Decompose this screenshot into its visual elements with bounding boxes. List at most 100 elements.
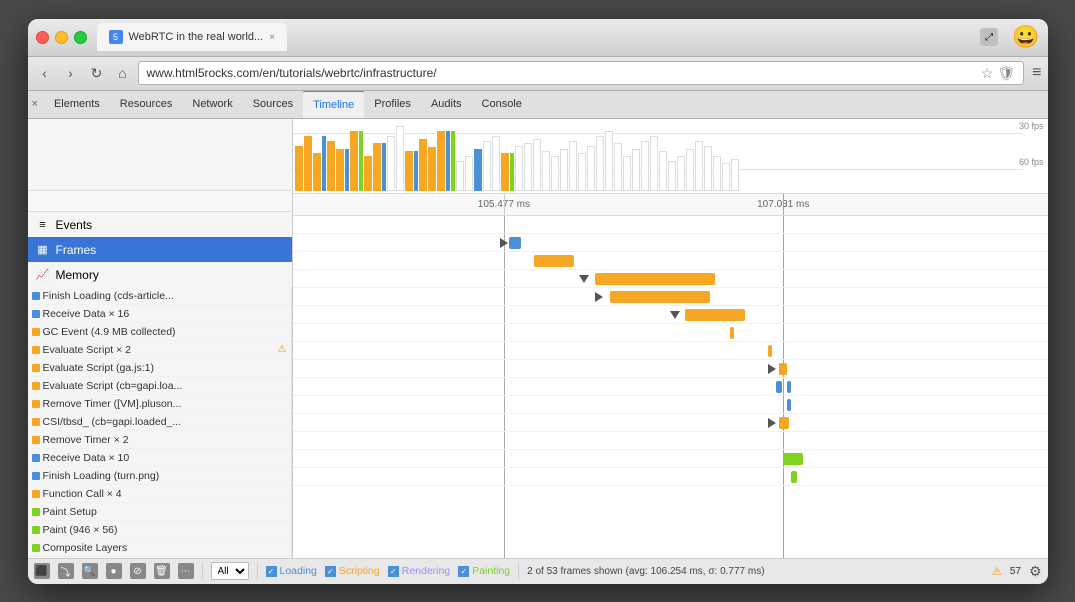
tab-close-button[interactable]: × [269, 32, 275, 43]
event-row[interactable]: Remove Timer ([VM].pluson... [28, 395, 291, 413]
timeline-main: 30 fps 60 fps [293, 119, 1048, 558]
tab-title: WebRTC in the real world... [129, 31, 264, 43]
timeline-triangle [670, 311, 680, 319]
clear-button[interactable]: ⤵ [58, 563, 74, 579]
trash-button[interactable]: 🗑 [154, 563, 170, 579]
timeline-row [293, 234, 1048, 252]
stop-button[interactable]: ⊘ [130, 563, 146, 579]
sidebar-item-events[interactable]: ≡ Events [28, 212, 292, 237]
timeline-row [293, 306, 1048, 324]
warn-count: 57 [1010, 566, 1021, 577]
event-text: Paint (946 × 56) [43, 524, 287, 536]
event-text: Composite Layers [43, 542, 287, 554]
tab-audits[interactable]: Audits [421, 91, 472, 119]
timeline-bar [730, 327, 734, 339]
filter-painting: ✓ Painting [458, 565, 510, 577]
refresh-button[interactable]: ↻ [86, 62, 108, 84]
tab-console[interactable]: Console [472, 91, 532, 119]
loading-checkbox[interactable]: ✓ [266, 566, 277, 577]
warn-icon: ⚠ [278, 344, 287, 355]
timeline-bar [509, 237, 521, 249]
sidebar-item-memory[interactable]: 📈 Memory [28, 262, 292, 287]
devtools-panel: × Elements Resources Network Sources Tim… [28, 91, 1048, 584]
event-row[interactable]: Evaluate Script (cb=gapi.loa... [28, 377, 291, 395]
search-button[interactable]: 🔍 [82, 563, 98, 579]
timeline-bar [787, 399, 791, 411]
timeline-bar [595, 273, 715, 285]
event-text: Function Call × 4 [43, 488, 287, 500]
event-text: Finish Loading (cds-article... [43, 290, 287, 302]
sidebar-label-memory: Memory [56, 268, 99, 282]
tab-resources[interactable]: Resources [110, 91, 183, 119]
event-row[interactable]: Evaluate Script (ga.js:1) [28, 359, 291, 377]
devtools-tab-bar: × Elements Resources Network Sources Tim… [28, 91, 1048, 119]
painting-checkbox[interactable]: ✓ [458, 566, 469, 577]
timeline-row [293, 270, 1048, 288]
event-row[interactable]: Evaluate Script × 2 ⚠ [28, 341, 291, 359]
sidebar-item-frames[interactable]: ▦ Frames [28, 237, 292, 262]
scripting-checkbox[interactable]: ✓ [325, 566, 336, 577]
events-list: Finish Loading (cds-article... Receive D… [28, 287, 292, 557]
tab-profiles[interactable]: Profiles [364, 91, 421, 119]
event-row[interactable]: Finish Loading (cds-article... [28, 287, 291, 305]
star-icon[interactable]: ☆ [981, 65, 994, 82]
timeline-triangle [500, 238, 508, 248]
event-row[interactable]: Remove Timer × 2 [28, 431, 291, 449]
event-text: Evaluate Script (ga.js:1) [43, 362, 287, 374]
menu-button[interactable]: ≡ [1032, 64, 1041, 82]
rendering-label: Rendering [402, 565, 450, 577]
event-row[interactable]: Paint Setup [28, 503, 291, 521]
filter-rendering: ✓ Rendering [388, 565, 450, 577]
record-button[interactable]: ⬛ [34, 563, 50, 579]
devtools-close-button[interactable]: × [32, 98, 38, 110]
event-text: Evaluate Script × 2 [43, 344, 275, 356]
shield-icon[interactable]: 🛡 [997, 65, 1015, 82]
tab-timeline[interactable]: Timeline [303, 91, 364, 119]
event-text: Remove Timer ([VM].pluson... [43, 398, 287, 410]
settings-icon[interactable]: ⚙ [1029, 563, 1042, 580]
timeline-triangle [768, 364, 776, 374]
event-text: Remove Timer × 2 [43, 434, 287, 446]
tab-bar: 5 WebRTC in the real world... × [97, 23, 981, 51]
timeline-bar [685, 309, 745, 321]
circle-button[interactable]: ● [106, 563, 122, 579]
timeline-row [293, 288, 1048, 306]
minimize-button[interactable] [55, 31, 68, 44]
maximize-button[interactable] [74, 31, 87, 44]
window-resize-button[interactable]: ⤢ [980, 28, 998, 46]
filter-scripting: ✓ Scripting [325, 565, 380, 577]
tab-network[interactable]: Network [182, 91, 242, 119]
event-text: Finish Loading (turn.png) [43, 470, 287, 482]
timeline-row [293, 252, 1048, 270]
timeline-events-area [293, 216, 1048, 558]
address-bar[interactable]: www.html5rocks.com/en/tutorials/webrtc/i… [138, 61, 1025, 85]
event-row[interactable]: Paint (946 × 56) [28, 521, 291, 539]
rendering-checkbox[interactable]: ✓ [388, 566, 399, 577]
event-row[interactable]: Finish Loading (turn.png) [28, 467, 291, 485]
event-row[interactable]: CSI/tbsd_ (cb=gapi.loaded_... [28, 413, 291, 431]
timeline-row [293, 324, 1048, 342]
tab-elements[interactable]: Elements [44, 91, 110, 119]
timeline-row [293, 432, 1048, 450]
timeline-bar [783, 453, 803, 465]
event-row[interactable]: Composite Layers [28, 539, 291, 557]
toolbar-separator [202, 563, 203, 579]
event-row[interactable]: Function Call × 4 [28, 485, 291, 503]
event-row[interactable]: Receive Data × 16 [28, 305, 291, 323]
title-bar: 5 WebRTC in the real world... × ⤢ 😀 [28, 19, 1048, 57]
timeline-bar [768, 345, 772, 357]
close-button[interactable] [36, 31, 49, 44]
event-row[interactable]: GC Event (4.9 MB collected) [28, 323, 291, 341]
dots-button[interactable]: ⋯ [178, 563, 194, 579]
memory-icon: 📈 [36, 268, 50, 282]
tab-sources[interactable]: Sources [243, 91, 303, 119]
timeline-bar [787, 381, 791, 393]
back-button[interactable]: ‹ [34, 62, 56, 84]
forward-button[interactable]: › [60, 62, 82, 84]
home-button[interactable]: ⌂ [112, 62, 134, 84]
nav-bar: ‹ › ↻ ⌂ www.html5rocks.com/en/tutorials/… [28, 57, 1048, 91]
browser-tab[interactable]: 5 WebRTC in the real world... × [97, 23, 288, 51]
frames-chart: 30 fps 60 fps [293, 119, 1048, 194]
event-row[interactable]: Receive Data × 10 [28, 449, 291, 467]
filter-select[interactable]: All [211, 562, 249, 580]
